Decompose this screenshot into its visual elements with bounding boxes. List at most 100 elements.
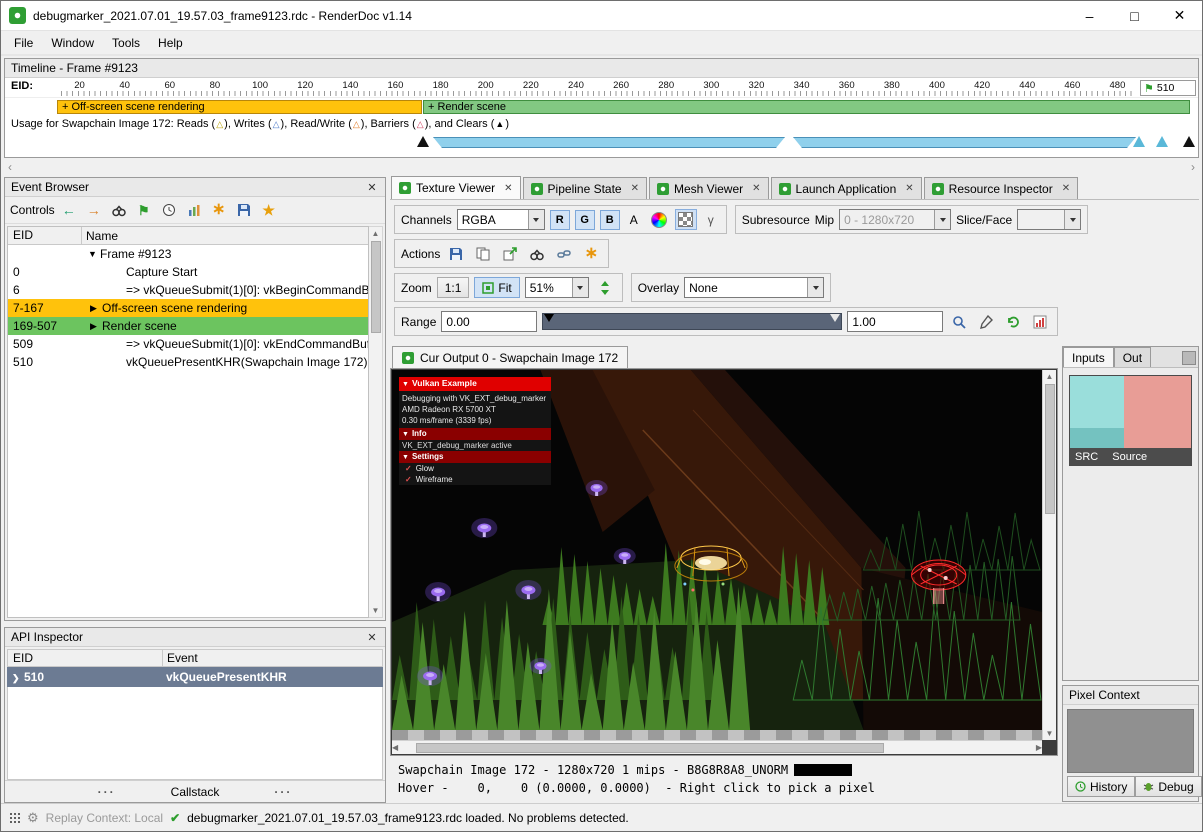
scrollbar-thumb[interactable]: [1045, 384, 1055, 514]
overlay-select[interactable]: None: [684, 277, 824, 298]
range-black-marker[interactable]: [544, 314, 554, 322]
dock-tab[interactable]: Launch Application ✕: [771, 177, 922, 199]
current-eid-marker[interactable]: ⚑ 510: [1140, 80, 1196, 96]
dock-tab[interactable]: Texture Viewer ✕: [391, 176, 521, 199]
dock-tab[interactable]: Mesh Viewer ✕: [649, 177, 769, 199]
minimize-button[interactable]: –: [1067, 1, 1112, 31]
tab-close-icon[interactable]: ✕: [631, 183, 639, 194]
event-row[interactable]: 169-507 ▶Render scene: [8, 317, 368, 335]
open-in-new-window-icon[interactable]: [499, 243, 521, 264]
channel-green-button[interactable]: G: [575, 210, 595, 230]
scroll-down-icon[interactable]: ▼: [1046, 727, 1054, 740]
dock-tab[interactable]: Pipeline State ✕: [523, 177, 647, 199]
thumbnail-image[interactable]: [1070, 376, 1191, 448]
checkerboard-background-icon[interactable]: [675, 209, 697, 230]
scroll-left-icon[interactable]: ◀: [392, 741, 398, 754]
event-column-header[interactable]: Event: [163, 650, 382, 666]
scroll-right-icon[interactable]: ›: [1191, 160, 1195, 175]
tab-close-icon[interactable]: ✕: [752, 183, 760, 194]
flip-vertical-icon[interactable]: [594, 277, 616, 298]
custom-display-icon[interactable]: [648, 209, 670, 230]
usage-marker-row[interactable]: [5, 133, 1198, 153]
menu-item[interactable]: Help: [149, 33, 192, 53]
resource-link-icon[interactable]: [553, 243, 575, 264]
splitter-handle[interactable]: ···: [98, 785, 116, 799]
zoom-1to1-button[interactable]: 1:1: [437, 277, 470, 298]
scroll-down-icon[interactable]: ▼: [372, 604, 380, 617]
expander-icon[interactable]: ▶: [90, 321, 102, 332]
range-slider[interactable]: [542, 313, 842, 330]
reset-range-icon[interactable]: [1002, 311, 1024, 332]
menu-item[interactable]: Tools: [103, 33, 149, 53]
scroll-up-icon[interactable]: ▲: [372, 227, 380, 240]
event-row[interactable]: 6 => vkQueueSubmit(1)[0]: vkBeginCommand…: [8, 281, 368, 299]
dock-tab[interactable]: Resource Inspector ✕: [924, 177, 1078, 199]
panel-close-icon[interactable]: ✕: [364, 181, 380, 194]
render-scene-marker-bar[interactable]: + Render scene: [423, 100, 1190, 114]
display-vertical-scrollbar[interactable]: ▲ ▼: [1042, 370, 1056, 740]
event-row[interactable]: 510 vkQueuePresentKHR(Swapchain Image 17…: [8, 353, 368, 371]
scroll-left-icon[interactable]: ‹: [8, 160, 12, 175]
zoom-percent-select[interactable]: 51%: [525, 277, 589, 298]
display-horizontal-scrollbar[interactable]: ◀ ▶: [392, 740, 1042, 754]
tab-inputs[interactable]: Inputs: [1063, 347, 1114, 367]
event-browser-scrollbar[interactable]: ▲ ▼: [369, 226, 383, 618]
current-output-tab[interactable]: Cur Output 0 - Swapchain Image 172: [392, 346, 628, 368]
statistics-icon[interactable]: [183, 200, 205, 221]
texture-settings-icon[interactable]: ∗: [580, 243, 602, 264]
next-event-icon[interactable]: →: [83, 200, 105, 221]
jump-to-eid-flag-icon[interactable]: ⚑: [133, 200, 155, 221]
event-row[interactable]: 0 Capture Start: [8, 263, 368, 281]
history-button[interactable]: History: [1067, 776, 1135, 797]
menu-item[interactable]: File: [5, 33, 42, 53]
eid-column-header[interactable]: EID: [8, 227, 82, 244]
channel-alpha-button[interactable]: A: [625, 210, 643, 230]
scrollbar-thumb[interactable]: [371, 241, 381, 333]
maximize-button[interactable]: □: [1112, 1, 1157, 31]
scroll-up-icon[interactable]: ▲: [1046, 370, 1054, 383]
splitter-handle[interactable]: ···: [274, 785, 292, 799]
scrollbar-thumb[interactable]: [416, 743, 884, 753]
menu-item[interactable]: Window: [42, 33, 103, 53]
channel-red-button[interactable]: R: [550, 210, 570, 230]
event-row[interactable]: ▼Frame #9123: [8, 245, 368, 263]
time-events-clock-icon[interactable]: [158, 200, 180, 221]
tab-close-icon[interactable]: ✕: [1062, 183, 1070, 194]
filter-settings-icon[interactable]: ∗: [208, 200, 230, 221]
copy-texture-icon[interactable]: [472, 243, 494, 264]
zoom-fit-button[interactable]: Fit: [474, 277, 519, 298]
expander-icon[interactable]: ❯: [12, 673, 24, 684]
range-white-marker[interactable]: [830, 314, 840, 322]
find-event-icon[interactable]: [108, 200, 130, 221]
histogram-icon[interactable]: [1029, 311, 1051, 332]
channel-blue-button[interactable]: B: [600, 210, 620, 230]
range-max-input[interactable]: [847, 311, 943, 332]
scroll-right-icon[interactable]: ▶: [1036, 741, 1042, 754]
texture-image[interactable]: ▼Vulkan Example Debugging with VK_EXT_de…: [392, 370, 1042, 730]
input-thumbnail[interactable]: SRC Source: [1069, 375, 1192, 466]
event-row[interactable]: 509 => vkQueueSubmit(1)[0]: vkEndCommand…: [8, 335, 368, 353]
debug-button[interactable]: Debug: [1135, 776, 1201, 797]
dock-options-icon[interactable]: [1182, 351, 1196, 365]
event-row[interactable]: 7-167 ▶Off-screen scene rendering: [8, 299, 368, 317]
overlay-checkbox-glow[interactable]: ✓Glow: [399, 463, 551, 474]
close-button[interactable]: ✕: [1157, 1, 1202, 31]
gamma-button[interactable]: γ: [702, 210, 720, 230]
range-min-input[interactable]: [441, 311, 537, 332]
tab-outputs[interactable]: Out: [1114, 347, 1151, 367]
tab-close-icon[interactable]: ✕: [905, 183, 913, 194]
previous-event-icon[interactable]: ←: [58, 200, 80, 221]
timeline-ruler[interactable]: EID: 20406080100120140160180200220240260…: [5, 78, 1198, 98]
slice-face-select[interactable]: [1017, 209, 1081, 230]
zoom-range-icon[interactable]: [948, 311, 970, 332]
expander-icon[interactable]: ▼: [88, 249, 100, 259]
pixel-context-view[interactable]: [1067, 709, 1194, 773]
goto-location-icon[interactable]: [526, 243, 548, 264]
tab-close-icon[interactable]: ✕: [504, 183, 512, 194]
expander-icon[interactable]: ▶: [90, 303, 102, 314]
export-events-icon[interactable]: [233, 200, 255, 221]
autofit-eyedropper-icon[interactable]: [975, 311, 997, 332]
eid-column-header[interactable]: EID: [8, 650, 163, 666]
offscreen-marker-bar[interactable]: + Off-screen scene rendering: [57, 100, 422, 114]
overlay-checkbox-wireframe[interactable]: ✓Wireframe: [399, 474, 551, 485]
